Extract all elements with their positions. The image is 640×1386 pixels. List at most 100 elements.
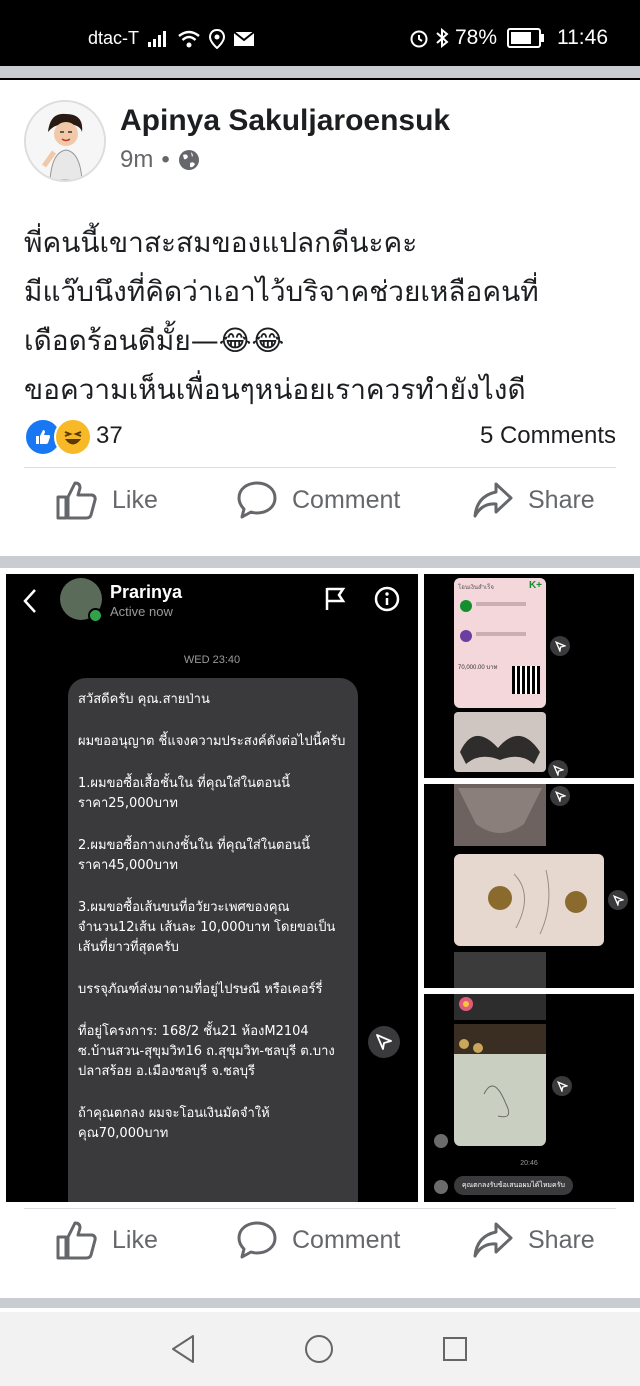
share-button[interactable]: Share <box>472 480 595 520</box>
clock: 11:46 <box>557 26 608 49</box>
battery-percent: 78% <box>454 26 497 49</box>
post-text: พี่คนนี้เขาสะสมของแปลกดีนะคะ มีแว๊บนึงที… <box>24 218 624 414</box>
forward-button[interactable] <box>552 1076 572 1096</box>
forward-button[interactable] <box>548 760 568 778</box>
bank-slip-image: โอนเงินสำเร็จ K+ 70,000.00 บาท <box>454 578 546 708</box>
avatar-illustration <box>26 102 104 180</box>
bank-logo-icon <box>460 600 472 612</box>
location-icon <box>209 28 226 49</box>
status-left: dtac-T <box>88 28 255 49</box>
like-label: Like <box>112 485 158 514</box>
nav-back-icon[interactable] <box>170 1334 196 1364</box>
battery-fill <box>511 32 532 44</box>
alarm-icon <box>410 30 428 48</box>
globe-icon <box>178 150 199 170</box>
like-button[interactable]: Like <box>56 1220 158 1260</box>
sender-avatar <box>434 1180 448 1194</box>
chat-contact-name: Prarinya <box>110 582 183 602</box>
comment-button[interactable]: Comment <box>236 480 400 520</box>
reactions-bar: 37 5 Comments <box>24 418 616 456</box>
message-bubble: สวัสดีครับ คุณ.สายป่าน ผมขออนุญาต ชี้แจง… <box>68 678 358 1202</box>
small-timestamp: 20:46 <box>520 1160 538 1167</box>
haha-reaction-icon <box>54 418 92 456</box>
separator-bottom <box>0 1298 640 1308</box>
bank-slip-line <box>476 602 526 606</box>
flower-image <box>454 994 546 1020</box>
bank-slip-title: โอนเงินสำเร็จ <box>458 585 494 591</box>
chat-contact-status: Active now <box>110 604 173 619</box>
nav-recents-icon[interactable] <box>442 1336 468 1362</box>
post-text-line: มีแว๊บนึงที่คิดว่าเอาไว้บริจาคช่วยเหลือค… <box>24 275 539 308</box>
send-icon <box>552 764 564 776</box>
like-icon <box>56 481 97 520</box>
thumbnail-underwear[interactable] <box>424 784 634 988</box>
message-paragraph: 2.ผมขอซื้อกางเกงชั้นใน ที่คุณใส่ในตอนนี้… <box>78 838 311 873</box>
share-icon <box>473 1222 513 1258</box>
bra-image <box>454 712 546 772</box>
underwear-image <box>454 784 546 846</box>
share-button[interactable]: Share <box>472 1220 595 1260</box>
send-icon <box>554 790 566 802</box>
bank-slip-line <box>476 632 526 636</box>
author-name[interactable]: Apinya Sakuljaroensuk <box>120 104 450 138</box>
post-text-line: ขอความเห็นเพื่อนๆหน่อยเราควรทำยังไงดี <box>24 373 526 406</box>
forward-button[interactable] <box>550 786 570 806</box>
online-indicator <box>88 608 103 623</box>
nav-home-icon[interactable] <box>304 1334 334 1364</box>
like-icon <box>56 1221 97 1260</box>
comment-button[interactable]: Comment <box>236 1220 400 1260</box>
chat-screenshot[interactable]: Prarinya Active now WED 23:40 สวัสดีครับ… <box>6 574 418 1202</box>
message-paragraph: 1.ผมขอซื้อเสื้อชั้นใน ที่คุณใส่ในตอนนี้ … <box>78 776 291 811</box>
send-icon <box>376 1034 392 1050</box>
post-text-line: พี่คนนี้เขาสะสมของแปลกดีนะคะ <box>24 226 418 259</box>
message-paragraph: ที่อยู่โครงการ: 168/2 ชั้น21 ห้องM2104 ซ… <box>78 1024 335 1079</box>
divider <box>24 1208 616 1209</box>
message-paragraph: 3.ผมขอซื้อเส้นขนที่อวัยวะเพศของคุณ จำนวน… <box>78 900 336 955</box>
carrier-label: dtac-T <box>88 28 140 48</box>
forward-button[interactable] <box>608 890 628 910</box>
post-meta: 9m • <box>120 146 200 174</box>
signal-icon <box>148 30 167 47</box>
post-time[interactable]: 9m <box>120 146 153 174</box>
comment-icon <box>237 481 277 519</box>
message-paragraph: ถ้าคุณตกลง ผมจะโอนเงินมัดจำให้คุณ70,000บ… <box>78 1106 270 1141</box>
send-icon <box>554 640 566 652</box>
reaction-icons[interactable] <box>24 418 92 456</box>
bank-badge: K+ <box>528 580 542 591</box>
comment-label: Comment <box>292 1225 401 1254</box>
battery-icon <box>507 28 544 48</box>
divider <box>24 467 616 468</box>
forward-button[interactable] <box>550 636 570 656</box>
chat-header: Prarinya Active now <box>6 574 418 628</box>
thumbnail-hair[interactable]: 20:46 คุณตกลงรับข้อเสนอผมได้ไหมครับ <box>424 994 634 1202</box>
like-button[interactable]: Like <box>56 480 158 520</box>
separator-top <box>0 66 640 78</box>
send-icon <box>612 894 624 906</box>
reaction-count[interactable]: 37 <box>96 422 123 450</box>
back-icon <box>23 589 36 613</box>
navigation-bar <box>0 1312 640 1386</box>
post-text-line: เดือดร้อนดีมั้ย—😂😂 <box>24 324 285 357</box>
qr-code <box>512 666 540 694</box>
hair-image <box>454 1024 546 1146</box>
message-paragraph: สวัสดีครับ คุณ.สายป่าน <box>78 692 210 707</box>
meta-dot: • <box>161 146 170 173</box>
post-media[interactable]: Prarinya Active now WED 23:40 สวัสดีครับ… <box>0 568 640 1208</box>
partial-image <box>454 952 546 988</box>
small-reply-bubble: คุณตกลงรับข้อเสนอผมได้ไหมครับ <box>454 1176 573 1195</box>
media-actions: Like Comment Share <box>0 1220 640 1290</box>
forward-button[interactable] <box>368 1026 400 1058</box>
flag-icon <box>325 587 346 610</box>
comments-count[interactable]: 5 Comments <box>480 422 616 450</box>
sender-avatar <box>434 1134 448 1148</box>
post-actions: Like Comment Share <box>0 480 640 550</box>
share-label: Share <box>528 485 595 514</box>
send-icon <box>556 1080 568 1092</box>
status-right: 78% 11:46 <box>409 26 608 50</box>
mail-icon <box>233 30 255 46</box>
avatar[interactable] <box>24 100 106 182</box>
message-paragraph: ผมขออนุญาต ชี้แจงความประสงค์ดังต่อไปนี้ค… <box>78 734 346 749</box>
thumbnail-bank-slip[interactable]: โอนเงินสำเร็จ K+ 70,000.00 บาท <box>424 574 634 778</box>
share-icon <box>473 482 513 518</box>
bank-recipient-icon <box>460 630 472 642</box>
